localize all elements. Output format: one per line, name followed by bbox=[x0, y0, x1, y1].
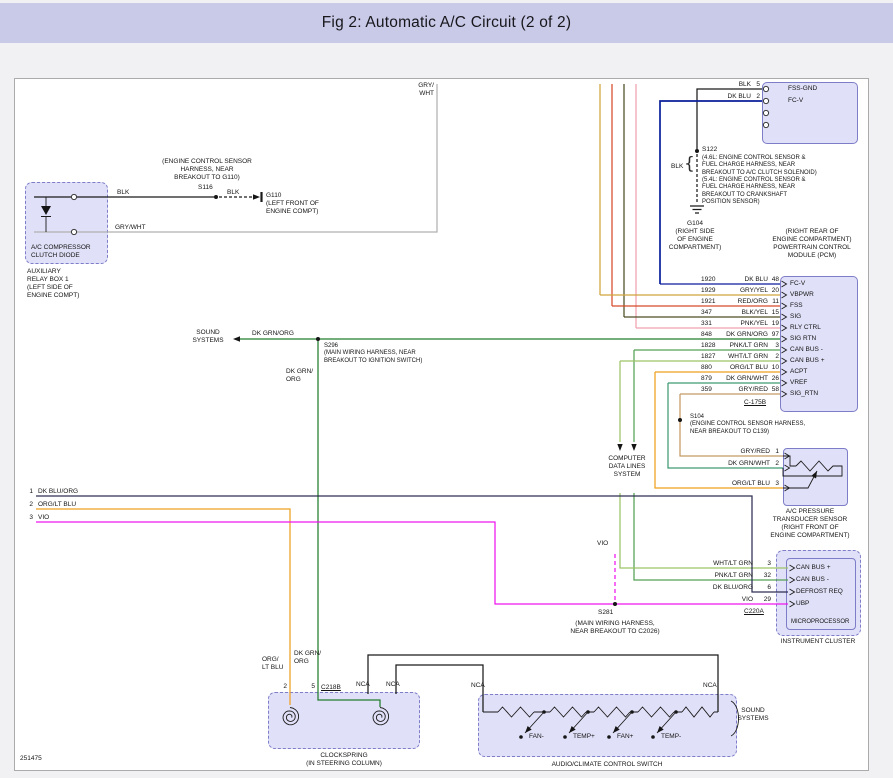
diagram-canvas bbox=[14, 78, 869, 771]
transducer-box bbox=[783, 448, 848, 506]
relay-box-outline bbox=[25, 182, 108, 264]
microprocessor-box bbox=[786, 558, 856, 630]
figure-title-bar: Fig 2: Automatic A/C Circuit (2 of 2) bbox=[0, 3, 893, 43]
pcm-box bbox=[780, 276, 858, 412]
audio-climate-switch-box bbox=[478, 694, 737, 757]
clockspring-box bbox=[268, 692, 420, 749]
figure-title: Fig 2: Automatic A/C Circuit (2 of 2) bbox=[322, 14, 571, 32]
fss-connector-box bbox=[762, 82, 858, 144]
